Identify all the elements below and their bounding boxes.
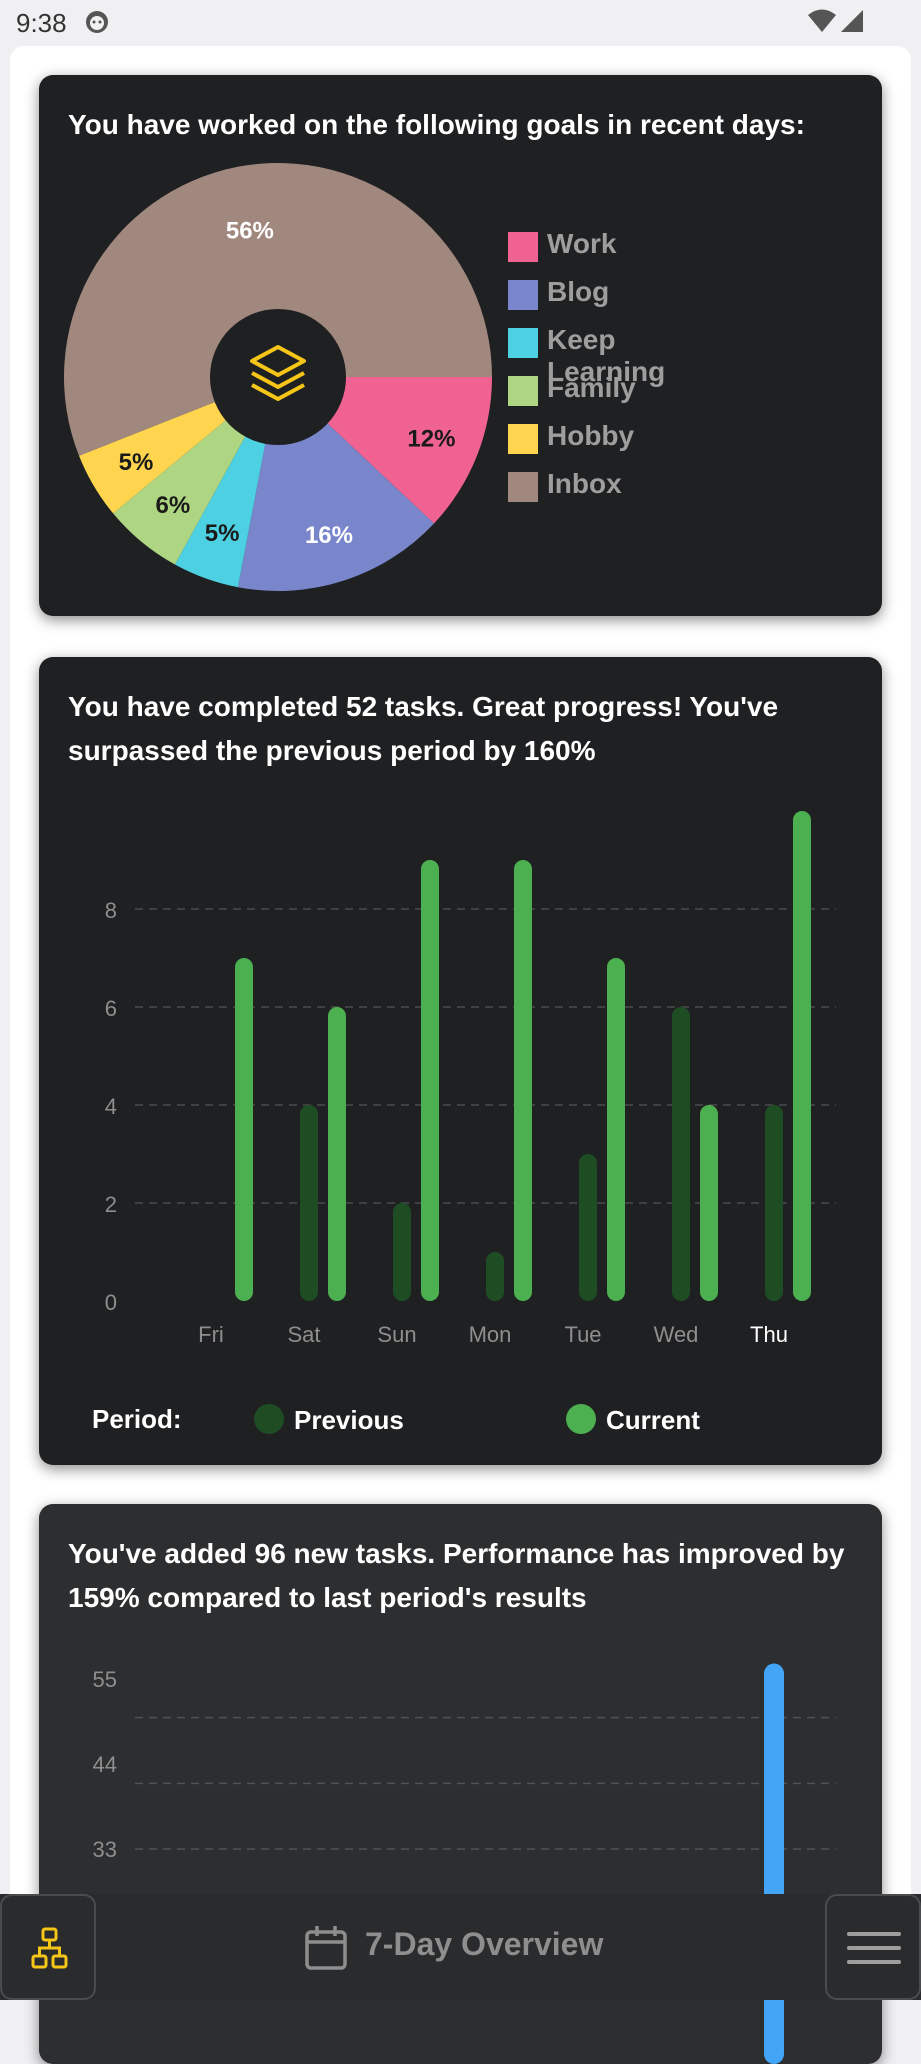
legend-dot-current (566, 1404, 596, 1434)
bar-previous[interactable] (765, 1105, 783, 1301)
menu-icon (847, 1932, 901, 1964)
pie-slice-label: 6% (155, 492, 190, 519)
bar-current[interactable] (235, 958, 253, 1301)
bar-current[interactable] (700, 1105, 718, 1301)
x-tick-label: Mon (469, 1322, 512, 1347)
bottom-bar: 7-Day Overview (0, 1894, 921, 2000)
legend-label-current[interactable]: Current (606, 1405, 700, 1435)
menu-button[interactable] (825, 1894, 921, 2000)
legend-label: Blog (547, 276, 610, 307)
completed-tasks-bar-chart: 0 2 4 6 8 Fri Sat Sun Mon Tue Wed Thu Period: Previou… (92, 811, 836, 1435)
legend-swatch (508, 232, 538, 262)
goals-card: You have worked on the following goals i… (39, 75, 882, 616)
completed-tasks-card: You have completed 52 tasks. Great progr… (39, 657, 882, 1465)
x-tick-label: Sun (377, 1322, 416, 1347)
status-bar: 9:38 (0, 0, 921, 46)
legend-label: Family (547, 372, 636, 403)
hierarchy-icon (31, 1927, 68, 1969)
overview-title[interactable]: 7-Day Overview (365, 1926, 603, 1963)
bar-current[interactable] (328, 1007, 346, 1301)
bar-previous[interactable] (486, 1252, 504, 1301)
legend-label: Work (547, 228, 617, 259)
y-tick-label: 8 (105, 898, 117, 923)
goals-donut-chart: 12%16%5%6%5%56% (64, 163, 493, 591)
legend-swatch (508, 376, 538, 406)
y-tick-label: 44 (93, 1752, 117, 1777)
donut-hole (210, 309, 346, 445)
bar-current[interactable] (793, 811, 811, 1301)
bar-previous[interactable] (300, 1105, 318, 1301)
pie-slice-label: 5% (205, 520, 240, 547)
status-time: 9:38 (16, 8, 67, 38)
y-tick-label: 4 (105, 1094, 117, 1119)
legend-label: Inbox (547, 468, 622, 499)
bar-previous[interactable] (672, 1007, 690, 1301)
bar-current[interactable] (607, 958, 625, 1301)
y-tick-label: 6 (105, 996, 117, 1021)
y-tick-label: 0 (105, 1290, 117, 1315)
bar-previous[interactable] (393, 1203, 411, 1301)
legend-swatch (508, 472, 538, 502)
legend-title: Period: (92, 1404, 182, 1434)
x-tick-label: Thu (750, 1322, 788, 1347)
calendar-icon (305, 1926, 347, 1970)
notification-face-icon (86, 11, 108, 33)
y-tick-label: 55 (93, 1667, 117, 1692)
legend-swatch (508, 328, 538, 358)
pie-slice-label: 16% (305, 522, 353, 549)
bar-current[interactable] (764, 1663, 784, 2064)
legend-label-previous[interactable]: Previous (294, 1405, 404, 1435)
pie-slice-label: 12% (407, 426, 455, 453)
bar-previous[interactable] (579, 1154, 597, 1301)
hierarchy-button[interactable] (0, 1894, 96, 2000)
x-tick-label: Fri (198, 1322, 224, 1347)
legend-label: Hobby (547, 420, 635, 451)
legend-dot-previous (254, 1404, 284, 1434)
y-tick-label: 2 (105, 1192, 117, 1217)
signal-icon (841, 10, 863, 32)
wifi-icon (808, 9, 836, 32)
y-tick-label: 33 (93, 1837, 117, 1862)
pie-slice-label: 56% (226, 218, 274, 245)
legend-swatch (508, 424, 538, 454)
legend-swatch (508, 280, 538, 310)
x-tick-label: Sat (287, 1322, 320, 1347)
bar-current[interactable] (514, 860, 532, 1301)
x-tick-label: Wed (654, 1322, 699, 1347)
pie-slice-label: 5% (119, 449, 154, 476)
bar-current[interactable] (421, 860, 439, 1301)
x-tick-label: Tue (564, 1322, 601, 1347)
